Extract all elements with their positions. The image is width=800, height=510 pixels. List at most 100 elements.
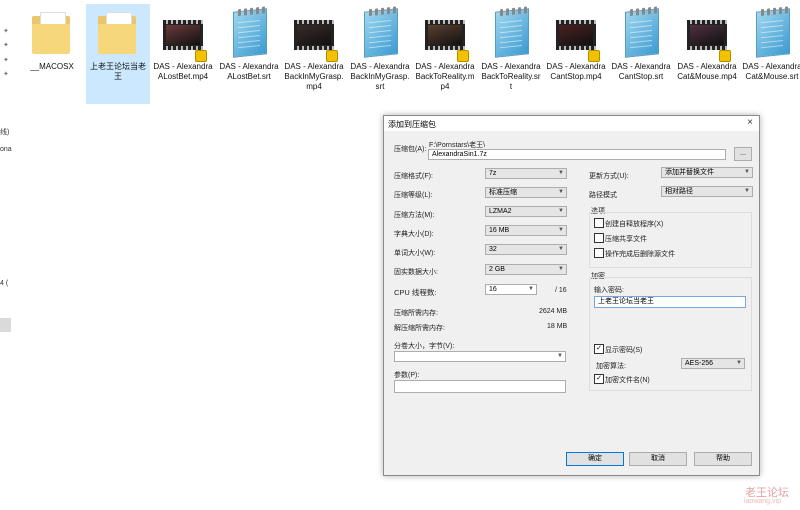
format-select[interactable]: 7z ▼ xyxy=(485,168,567,179)
notepad-icon xyxy=(360,6,400,58)
pin-icon[interactable]: ✦ xyxy=(3,42,10,49)
file-item[interactable]: DAS - Alexandra CantStop.srt xyxy=(609,4,673,104)
file-item[interactable]: __MACOSX xyxy=(20,4,84,104)
file-name: DAS - Alexandra ALostBet.srt xyxy=(219,62,279,81)
level-select[interactable]: 标准压缩 ▼ xyxy=(485,187,567,198)
navigation-pane: ✦ ✦ ✦ ✦ 线) ona 4 ( xyxy=(0,0,13,510)
dialog-titlebar: 添加到压缩包 × xyxy=(384,116,759,131)
archive-name-input[interactable]: AlexandraSin1.7z xyxy=(428,149,726,160)
format-value: 7z xyxy=(489,170,497,177)
password-input[interactable]: 上老王论坛当老王 xyxy=(594,296,746,308)
solid-select[interactable]: 2 GB ▼ xyxy=(485,264,567,275)
chevron-down-icon: ▼ xyxy=(558,266,564,272)
nav-item[interactable]: 线) xyxy=(0,127,9,137)
path-value: 相对路径 xyxy=(665,188,693,195)
word-select[interactable]: 32 ▼ xyxy=(485,244,567,255)
word-label: 单词大小(W): xyxy=(394,250,436,257)
chevron-down-icon: ▼ xyxy=(528,286,534,292)
method-label: 压缩方法(M): xyxy=(394,212,435,219)
encrypt-names-checkbox[interactable]: ✓ xyxy=(594,374,604,384)
notepad-icon xyxy=(229,6,269,58)
file-item[interactable]: DAS - Alexandra CantStop.mp4 xyxy=(544,4,608,104)
nav-item[interactable]: 4 ( xyxy=(0,280,8,287)
dict-value: 16 MB xyxy=(489,227,510,234)
file-name: DAS - Alexandra BackToReality.mp4 xyxy=(415,62,475,91)
file-item[interactable]: DAS - Alexandra BackInMyGrasp.mp4 xyxy=(282,4,346,104)
show-password-checkbox[interactable]: ✓ xyxy=(594,344,604,354)
pin-icon[interactable]: ✦ xyxy=(3,28,10,35)
file-item[interactable]: DAS - Alexandra Cat&Mouse.mp4 xyxy=(675,4,739,104)
file-name: DAS - Alexandra ALostBet.mp4 xyxy=(153,62,213,81)
update-label: 更新方式(U): xyxy=(589,173,629,180)
file-item[interactable]: DAS - Alexandra Cat&Mouse.srt xyxy=(740,4,800,104)
params-label: 参数(P): xyxy=(394,372,420,379)
file-name: DAS - Alexandra CantStop.srt xyxy=(611,62,671,81)
file-item[interactable]: DAS - Alexandra ALostBet.srt xyxy=(217,4,281,104)
sfx-checkbox[interactable] xyxy=(594,218,604,228)
file-name: DAS - Alexandra Cat&Mouse.mp4 xyxy=(677,62,737,81)
pin-icon[interactable]: ✦ xyxy=(3,71,10,78)
update-value: 添加并替换文件 xyxy=(665,169,714,176)
path-select[interactable]: 相对路径 ▼ xyxy=(661,186,753,197)
archive-label: 压缩包(A): xyxy=(394,146,427,153)
chevron-down-icon: ▼ xyxy=(744,188,750,194)
format-label: 压缩格式(F): xyxy=(394,173,433,180)
split-label: 分卷大小，字节(V): xyxy=(394,343,455,350)
help-button[interactable]: 帮助 xyxy=(694,452,752,466)
level-label: 压缩等级(L): xyxy=(394,192,433,199)
password-label: 输入密码: xyxy=(594,287,624,294)
mem-comp-label: 压缩所需内存: xyxy=(394,310,438,317)
update-select[interactable]: 添加并替换文件 ▼ xyxy=(661,167,753,178)
notepad-icon xyxy=(491,6,531,58)
chevron-down-icon: ▼ xyxy=(558,189,564,195)
word-value: 32 xyxy=(489,246,497,253)
method-select[interactable]: LZMA2 ▼ xyxy=(485,206,567,217)
params-input[interactable] xyxy=(394,380,566,393)
video-file-icon xyxy=(556,10,600,62)
enc-method-select[interactable]: AES-256 ▼ xyxy=(681,358,745,369)
chevron-down-icon: ▼ xyxy=(736,360,742,366)
file-item[interactable]: 上老王论坛当老王 xyxy=(86,4,150,104)
shared-checkbox[interactable] xyxy=(594,233,604,243)
encrypt-names-label: 加密文件名(N) xyxy=(605,377,650,384)
dict-select[interactable]: 16 MB ▼ xyxy=(485,225,567,236)
file-name: DAS - Alexandra BackInMyGrasp.mp4 xyxy=(284,62,344,91)
cancel-button[interactable]: 取消 xyxy=(629,452,687,466)
chevron-down-icon: ▼ xyxy=(744,169,750,175)
file-item[interactable]: DAS - Alexandra BackToReality.srt xyxy=(479,4,543,104)
mem-decomp-value: 18 MB xyxy=(547,323,568,330)
notepad-icon xyxy=(621,6,661,58)
ok-button[interactable]: 确定 xyxy=(566,452,624,466)
cpu-select[interactable]: 16 ▼ xyxy=(485,284,537,295)
enc-method-label: 加密算法: xyxy=(596,363,626,370)
sfx-label: 创建自释放程序(X) xyxy=(605,221,664,228)
chevron-down-icon: ▼ xyxy=(558,227,564,233)
path-label: 路径模式 xyxy=(589,192,617,199)
nav-item[interactable]: ona xyxy=(0,146,12,153)
level-value: 标准压缩 xyxy=(489,189,517,196)
chevron-down-icon: ▼ xyxy=(558,208,564,214)
enc-method-value: AES-256 xyxy=(685,360,714,367)
notepad-icon xyxy=(752,6,792,58)
delete-label: 操作完成后删除源文件 xyxy=(605,251,675,258)
split-select[interactable]: ▼ xyxy=(394,351,566,362)
delete-checkbox[interactable] xyxy=(594,248,604,258)
dict-label: 字典大小(D): xyxy=(394,231,434,238)
cpu-total: / 16 xyxy=(555,287,567,294)
dialog-title: 添加到压缩包 xyxy=(388,120,436,129)
chevron-down-icon: ▼ xyxy=(558,246,564,252)
pin-icon[interactable]: ✦ xyxy=(3,57,10,64)
file-item[interactable]: DAS - Alexandra BackInMyGrasp.srt xyxy=(348,4,412,104)
chevron-down-icon: ▼ xyxy=(557,353,563,359)
nav-selected-item[interactable] xyxy=(0,318,11,332)
folder-icon xyxy=(32,10,72,56)
browse-button[interactable]: ... xyxy=(734,147,752,161)
file-name: __MACOSX xyxy=(30,62,74,71)
file-name: DAS - Alexandra BackToReality.srt xyxy=(481,62,541,91)
close-icon[interactable]: × xyxy=(747,117,753,128)
file-item[interactable]: DAS - Alexandra ALostBet.mp4 xyxy=(151,4,215,104)
file-item[interactable]: DAS - Alexandra BackToReality.mp4 xyxy=(413,4,477,104)
file-name: 上老王论坛当老王 xyxy=(90,62,146,81)
video-file-icon xyxy=(687,10,731,62)
solid-label: 固实数据大小: xyxy=(394,269,438,276)
